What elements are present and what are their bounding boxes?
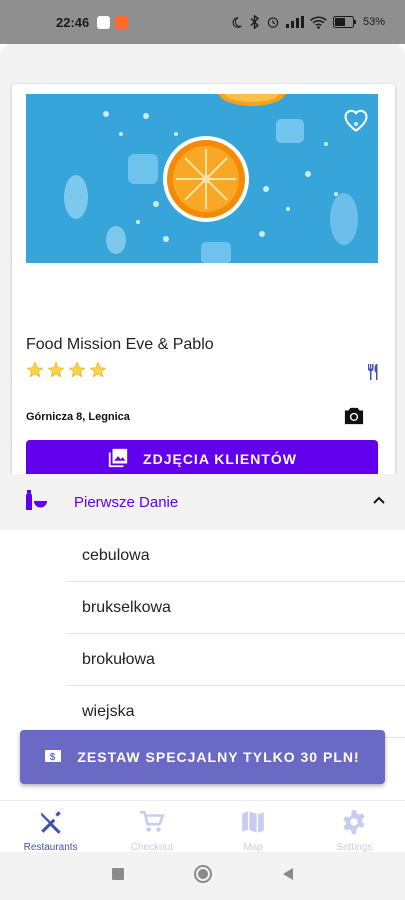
list-item[interactable]: brukselkowa: [66, 582, 405, 634]
restaurant-name: Food Mission Eve & Pablo: [26, 336, 214, 353]
star-rating: [26, 361, 107, 379]
system-navigation-bar: [0, 852, 405, 900]
menu-section-header[interactable]: Pierwsze Danie: [0, 474, 405, 530]
money-icon: $: [45, 749, 62, 766]
cutlery-icon: [367, 364, 381, 385]
signal-icon: [285, 16, 304, 28]
star-icon: [89, 361, 107, 378]
home-icon[interactable]: [193, 864, 213, 889]
nav-settings[interactable]: Settings: [304, 801, 405, 853]
status-time: 22:46: [56, 14, 90, 30]
special-offer-label: ZESTAW SPECJALNY TYLKO 30 PLN!: [77, 749, 360, 765]
customer-photos-label: ZDJĘCIA KLIENTÓW: [143, 451, 297, 467]
bluetooth-icon: [249, 15, 260, 29]
chevron-up-icon[interactable]: [371, 492, 387, 513]
sheet-header: [0, 44, 405, 84]
battery-icon: [332, 16, 357, 28]
nav-restaurants[interactable]: Restaurants: [0, 801, 101, 853]
notification-app-icon-2: [115, 15, 129, 29]
wifi-icon: [310, 16, 327, 29]
battery-percent: 53%: [362, 16, 385, 28]
customer-photos-button[interactable]: ZDJĘCIA KLIENTÓW: [26, 440, 378, 478]
nav-checkout[interactable]: Checkout: [101, 801, 202, 853]
bottle-icon: [24, 488, 48, 517]
list-item[interactable]: brokułowa: [66, 634, 405, 686]
cutlery-icon: [38, 809, 64, 838]
restaurant-address: Górnicza 8, Legnica: [26, 411, 130, 423]
svg-text:$: $: [50, 752, 57, 763]
menu-section-title: Pierwsze Danie: [74, 493, 179, 511]
restaurant-card[interactable]: Food Mission Eve & Pablo Górnicza 8, Leg…: [12, 84, 395, 496]
special-offer-button[interactable]: $ ZESTAW SPECJALNY TYLKO 30 PLN!: [20, 730, 385, 784]
photo-library-icon: [107, 447, 129, 472]
list-item[interactable]: cebulowa: [66, 530, 405, 582]
restaurant-image: [26, 94, 378, 263]
recents-icon[interactable]: [111, 867, 125, 886]
notification-app-icon: [97, 15, 111, 29]
moon-icon: [230, 16, 243, 29]
star-icon: [68, 361, 86, 378]
favorite-heart-icon[interactable]: [342, 106, 370, 137]
map-icon: [240, 809, 266, 838]
back-icon[interactable]: [281, 867, 295, 886]
alarm-icon: [266, 15, 280, 29]
menu-items-list: cebulowa brukselkowa brokułowa wiejska: [0, 530, 405, 830]
gear-icon: [341, 809, 367, 838]
camera-icon[interactable]: [343, 406, 365, 431]
bottom-navigation: Restaurants Checkout Map Settings: [0, 800, 405, 853]
status-bar: 22:46 53%: [0, 0, 405, 44]
cart-icon: [139, 809, 165, 838]
star-icon: [47, 361, 65, 378]
bottom-sheet: Food Mission Eve & Pablo Górnicza 8, Leg…: [0, 44, 405, 900]
star-icon: [26, 361, 44, 378]
nav-map[interactable]: Map: [203, 801, 304, 853]
